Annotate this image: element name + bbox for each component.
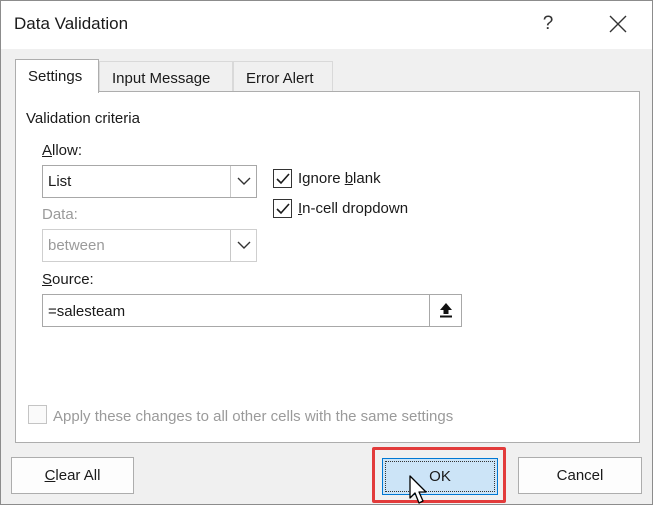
ignore-blank-label: Ignore blank	[298, 170, 381, 187]
apply-all-label: Apply these changes to all other cells w…	[53, 408, 454, 425]
data-dropdown-button[interactable]	[230, 230, 256, 261]
help-button[interactable]: ?	[531, 7, 565, 41]
close-icon	[609, 15, 627, 33]
allow-select-value: List	[48, 173, 72, 190]
collapse-dialog-button[interactable]	[429, 295, 461, 326]
ignore-blank-accesskey: b	[344, 170, 354, 187]
ok-button[interactable]: OK	[382, 458, 498, 495]
checkmark-icon	[276, 173, 290, 185]
data-select[interactable]: between	[42, 229, 257, 262]
dialog-title: Data Validation	[14, 14, 129, 33]
chevron-down-icon	[237, 177, 251, 185]
settings-panel: Validation criteria Allow: List Ignore b…	[15, 91, 640, 443]
ignore-blank-text-post: lank	[353, 170, 381, 187]
source-label-text: ource:	[52, 271, 94, 288]
clear-all-text: lear All	[55, 467, 101, 484]
chevron-down-icon	[237, 241, 251, 249]
ignore-blank-text-pre: Ignore	[298, 170, 345, 187]
source-input[interactable]	[48, 301, 418, 321]
source-label-accesskey: S	[42, 271, 53, 288]
tab-settings[interactable]: Settings	[15, 59, 99, 93]
in-cell-dropdown-text: n-cell dropdown	[302, 200, 409, 217]
checkmark-icon	[276, 203, 290, 215]
source-field[interactable]	[42, 294, 462, 327]
allow-select[interactable]: List	[42, 165, 257, 198]
clear-all-accesskey: C	[44, 467, 56, 484]
mouse-pointer-icon	[409, 475, 427, 504]
title-bar: Data Validation ?	[1, 1, 652, 49]
in-cell-dropdown-label: In-cell dropdown	[298, 200, 408, 217]
allow-label: Allow:	[42, 142, 82, 159]
allow-label-accesskey: A	[42, 142, 53, 159]
clear-all-button[interactable]: Clear All	[11, 457, 134, 494]
allow-dropdown-button[interactable]	[230, 166, 256, 197]
ignore-blank-checkbox[interactable]	[273, 169, 292, 188]
close-button[interactable]	[599, 7, 637, 41]
in-cell-dropdown-checkbox[interactable]	[273, 199, 292, 218]
data-select-value: between	[48, 237, 105, 254]
tab-input-message[interactable]: Input Message	[99, 61, 233, 92]
source-label: Source:	[42, 271, 94, 288]
cancel-button[interactable]: Cancel	[518, 457, 642, 494]
data-label: Data:	[42, 206, 78, 223]
apply-all-checkbox[interactable]	[28, 405, 47, 424]
data-validation-dialog: Data Validation ? Settings Input Message…	[0, 0, 653, 505]
allow-label-text: llow:	[52, 142, 83, 159]
upload-arrow-icon	[440, 303, 452, 318]
tab-error-alert[interactable]: Error Alert	[233, 61, 333, 92]
validation-criteria-heading: Validation criteria	[26, 110, 140, 127]
